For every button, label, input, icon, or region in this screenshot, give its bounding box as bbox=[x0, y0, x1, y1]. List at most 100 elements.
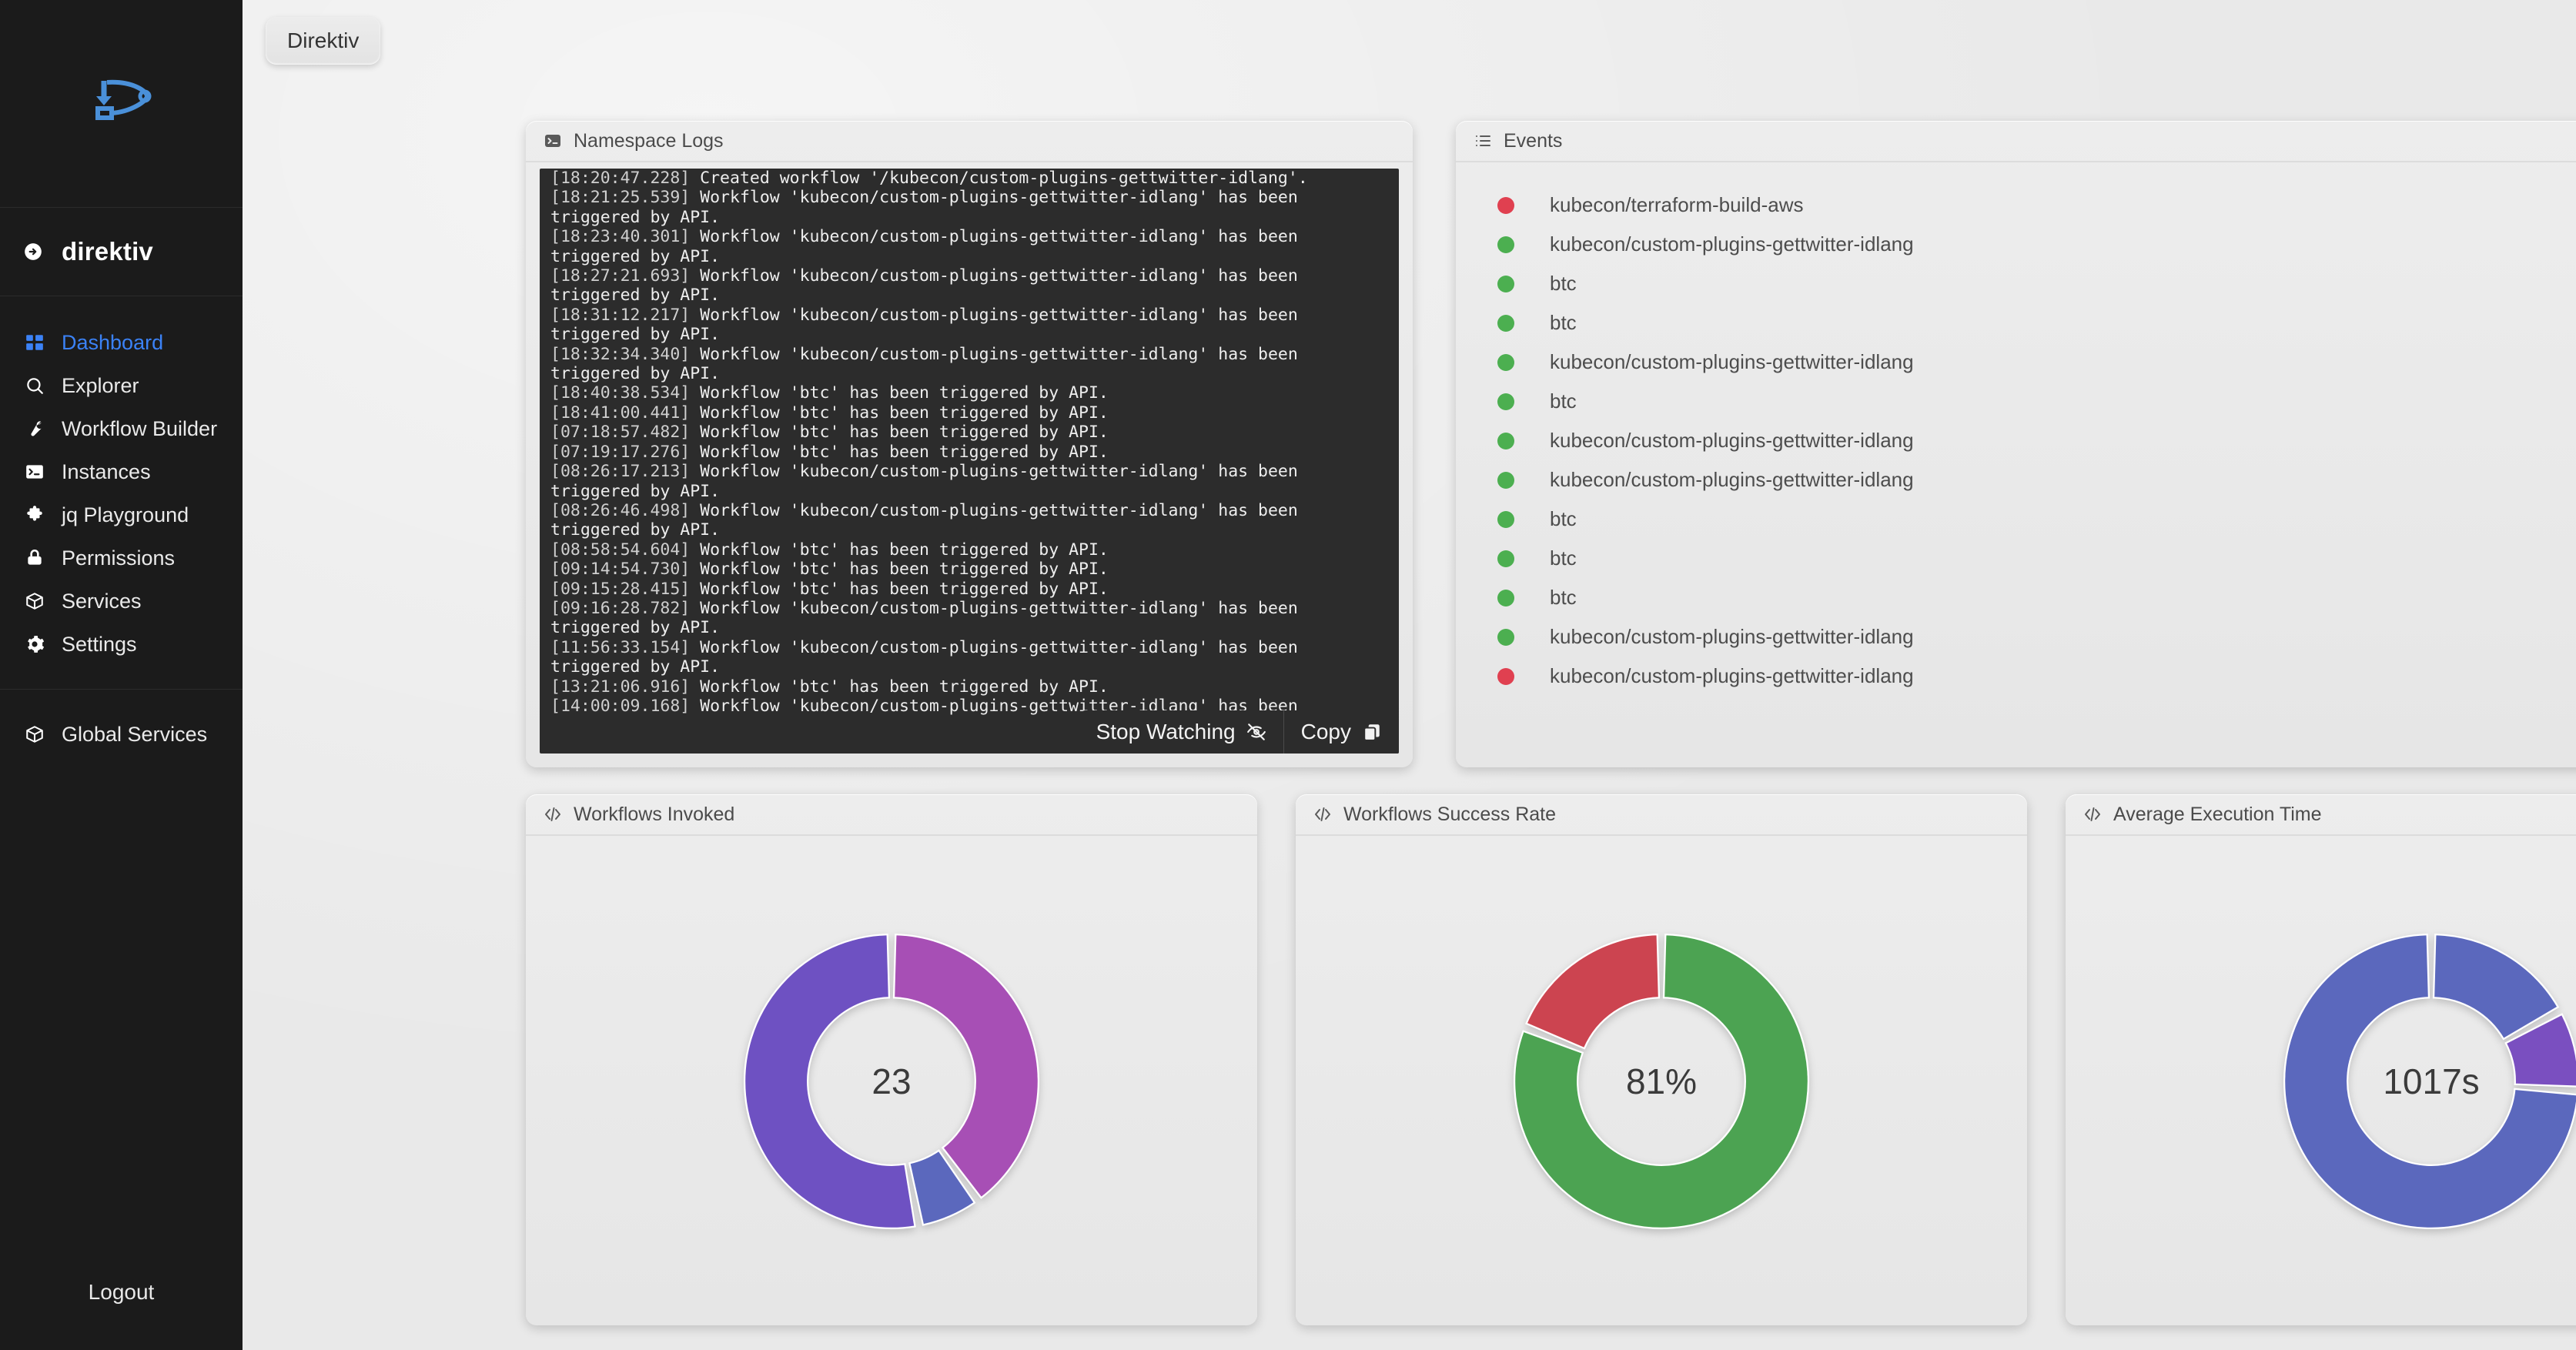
event-name: btc bbox=[1550, 546, 2576, 570]
status-dot-ok bbox=[1497, 433, 1514, 449]
log-line: [18:31:12.217] Workflow 'kubecon/custom-… bbox=[550, 306, 1388, 345]
status-dot-ok bbox=[1497, 472, 1514, 489]
terminal-icon bbox=[543, 131, 563, 151]
terminal-icon bbox=[23, 460, 46, 483]
stop-watching-button[interactable]: Stop Watching bbox=[1079, 710, 1283, 754]
status-dot-ok bbox=[1497, 315, 1514, 332]
panel-title: Events bbox=[1504, 130, 1562, 152]
log-line: [09:16:28.782] Workflow 'kubecon/custom-… bbox=[550, 599, 1388, 638]
box-icon bbox=[23, 723, 46, 746]
donut-chart[interactable]: 81% bbox=[1500, 916, 1823, 1247]
donut-chart[interactable]: 23 bbox=[730, 916, 1053, 1247]
event-name: btc bbox=[1550, 311, 2576, 335]
workflows-invoked-card: Workflows Invoked 23 bbox=[526, 794, 1257, 1325]
event-row[interactable]: btcan hour ago bbox=[1456, 264, 2576, 303]
log-line: [18:41:00.441] Workflow 'btc' has been t… bbox=[550, 403, 1388, 423]
event-row[interactable]: btc6 hours ago bbox=[1456, 539, 2576, 578]
status-dot-ok bbox=[1497, 550, 1514, 567]
log-timestamp: [18:41:00.441] bbox=[550, 403, 700, 423]
log-line: [08:26:46.498] Workflow 'kubecon/custom-… bbox=[550, 501, 1388, 540]
event-row[interactable]: kubecon/terraform-build-aws37 minutes ag… bbox=[1456, 185, 2576, 225]
log-timestamp: [13:21:06.916] bbox=[550, 677, 700, 697]
donut-chart-container: 23 bbox=[526, 837, 1257, 1325]
log-output[interactable]: [18:20:47.228] Created workflow '/kubeco… bbox=[540, 169, 1399, 754]
sidebar-item-explorer[interactable]: Explorer bbox=[0, 364, 243, 407]
sidebar: direktiv Dashboard Explorer Workflow Bui… bbox=[0, 0, 243, 1350]
event-row[interactable]: kubecon/custom-plugins-gettwitter-idlang… bbox=[1456, 617, 2576, 657]
event-row[interactable]: kubecon/custom-plugins-gettwitter-idlang… bbox=[1456, 657, 2576, 696]
log-line: [18:21:25.539] Workflow 'kubecon/custom-… bbox=[550, 188, 1388, 227]
workflows-success-rate-card: Workflows Success Rate 81% bbox=[1296, 794, 2027, 1325]
event-name: kubecon/custom-plugins-gettwitter-idlang bbox=[1550, 468, 2576, 492]
wrench-icon bbox=[23, 417, 46, 440]
log-message: Workflow 'btc' has been triggered by API… bbox=[700, 403, 1109, 423]
sidebar-item-jq-playground[interactable]: jq Playground bbox=[0, 493, 243, 536]
log-scroll-area[interactable]: [18:20:47.228] Created workflow '/kubeco… bbox=[540, 169, 1399, 754]
namespace-selector[interactable]: direktiv bbox=[0, 208, 243, 296]
donut-chart-container: 1017s bbox=[2066, 837, 2576, 1325]
lock-icon bbox=[23, 546, 46, 570]
sidebar-item-workflow-builder[interactable]: Workflow Builder bbox=[0, 407, 243, 450]
donut-segment[interactable] bbox=[894, 934, 1039, 1198]
event-name: kubecon/custom-plugins-gettwitter-idlang bbox=[1550, 429, 2576, 453]
copy-button[interactable]: Copy bbox=[1283, 710, 1399, 754]
sidebar-item-label: Services bbox=[62, 590, 142, 613]
code-icon bbox=[1313, 804, 1333, 824]
event-row[interactable]: btc2 hours ago bbox=[1456, 382, 2576, 421]
logout-button[interactable]: Logout bbox=[0, 1235, 243, 1350]
event-row[interactable]: kubecon/custom-plugins-gettwitter-idlang… bbox=[1456, 460, 2576, 500]
namespace-logs-panel: Namespace Logs [18:20:47.228] Created wo… bbox=[526, 121, 1413, 767]
event-row[interactable]: kubecon/custom-plugins-gettwitter-idlang… bbox=[1456, 343, 2576, 382]
log-line: [18:23:40.301] Workflow 'kubecon/custom-… bbox=[550, 227, 1388, 266]
log-line: [18:27:21.693] Workflow 'kubecon/custom-… bbox=[550, 266, 1388, 306]
log-line: [09:15:28.415] Workflow 'btc' has been t… bbox=[550, 580, 1388, 599]
event-row[interactable]: btc6 hours ago bbox=[1456, 500, 2576, 539]
box-icon bbox=[23, 590, 46, 613]
event-row[interactable]: kubecon/custom-plugins-gettwitter-idlang… bbox=[1456, 225, 2576, 264]
puzzle-icon bbox=[23, 503, 46, 526]
log-line: [13:21:06.916] Workflow 'btc' has been t… bbox=[550, 677, 1388, 697]
tab-direktiv[interactable]: Direktiv bbox=[266, 17, 380, 65]
sidebar-item-permissions[interactable]: Permissions bbox=[0, 536, 243, 580]
donut-chart[interactable]: 1017s bbox=[2270, 916, 2576, 1247]
app-logo bbox=[0, 0, 243, 208]
sidebar-item-label: Workflow Builder bbox=[62, 417, 217, 441]
sidebar-item-global-services[interactable]: Global Services bbox=[0, 713, 243, 756]
sidebar-item-services[interactable]: Services bbox=[0, 580, 243, 623]
log-line: [18:32:34.340] Workflow 'kubecon/custom-… bbox=[550, 345, 1388, 384]
log-message: Workflow 'btc' has been triggered by API… bbox=[700, 423, 1109, 442]
stop-watching-label: Stop Watching bbox=[1096, 720, 1236, 744]
sidebar-item-dashboard[interactable]: Dashboard bbox=[0, 321, 243, 364]
log-line: [08:26:17.213] Workflow 'kubecon/custom-… bbox=[550, 462, 1388, 501]
log-timestamp: [18:32:34.340] bbox=[550, 345, 700, 364]
copy-label: Copy bbox=[1301, 720, 1351, 744]
sidebar-item-label: Instances bbox=[62, 460, 151, 484]
event-row[interactable]: btc6 hours ago bbox=[1456, 578, 2576, 617]
log-timestamp: [18:40:38.534] bbox=[550, 383, 700, 403]
sidebar-item-instances[interactable]: Instances bbox=[0, 450, 243, 493]
tab-bar: Direktiv bbox=[266, 17, 380, 65]
namespace-label: direktiv bbox=[62, 237, 153, 266]
status-dot-ok bbox=[1497, 393, 1514, 410]
sidebar-item-settings[interactable]: Settings bbox=[0, 623, 243, 666]
workflows-invoked-header: Workflows Invoked bbox=[526, 794, 1257, 836]
sidebar-item-label: jq Playground bbox=[62, 503, 189, 527]
copy-icon bbox=[1362, 722, 1382, 742]
sidebar-global-section: Global Services bbox=[0, 690, 243, 756]
log-timestamp: [08:58:54.604] bbox=[550, 540, 700, 560]
donut-segment[interactable] bbox=[1527, 934, 1659, 1048]
log-timestamp: [18:27:21.693] bbox=[550, 266, 700, 286]
log-timestamp: [09:16:28.782] bbox=[550, 599, 700, 618]
event-name: kubecon/terraform-build-aws bbox=[1550, 193, 2576, 217]
average-execution-time-header: Average Execution Time bbox=[2066, 794, 2576, 836]
events-list[interactable]: kubecon/terraform-build-aws37 minutes ag… bbox=[1456, 164, 2576, 767]
event-name: btc bbox=[1550, 389, 2576, 413]
event-row[interactable]: btcan hour ago bbox=[1456, 303, 2576, 343]
log-action-bar: Stop Watching Copy bbox=[1079, 710, 1399, 754]
donut-segment[interactable] bbox=[2434, 934, 2558, 1039]
log-message: Workflow 'btc' has been triggered by API… bbox=[700, 540, 1109, 560]
event-row[interactable]: kubecon/custom-plugins-gettwitter-idlang… bbox=[1456, 421, 2576, 460]
log-line: [08:58:54.604] Workflow 'btc' has been t… bbox=[550, 540, 1388, 560]
donut-segment[interactable] bbox=[744, 934, 915, 1228]
event-name: kubecon/custom-plugins-gettwitter-idlang bbox=[1550, 350, 2576, 374]
